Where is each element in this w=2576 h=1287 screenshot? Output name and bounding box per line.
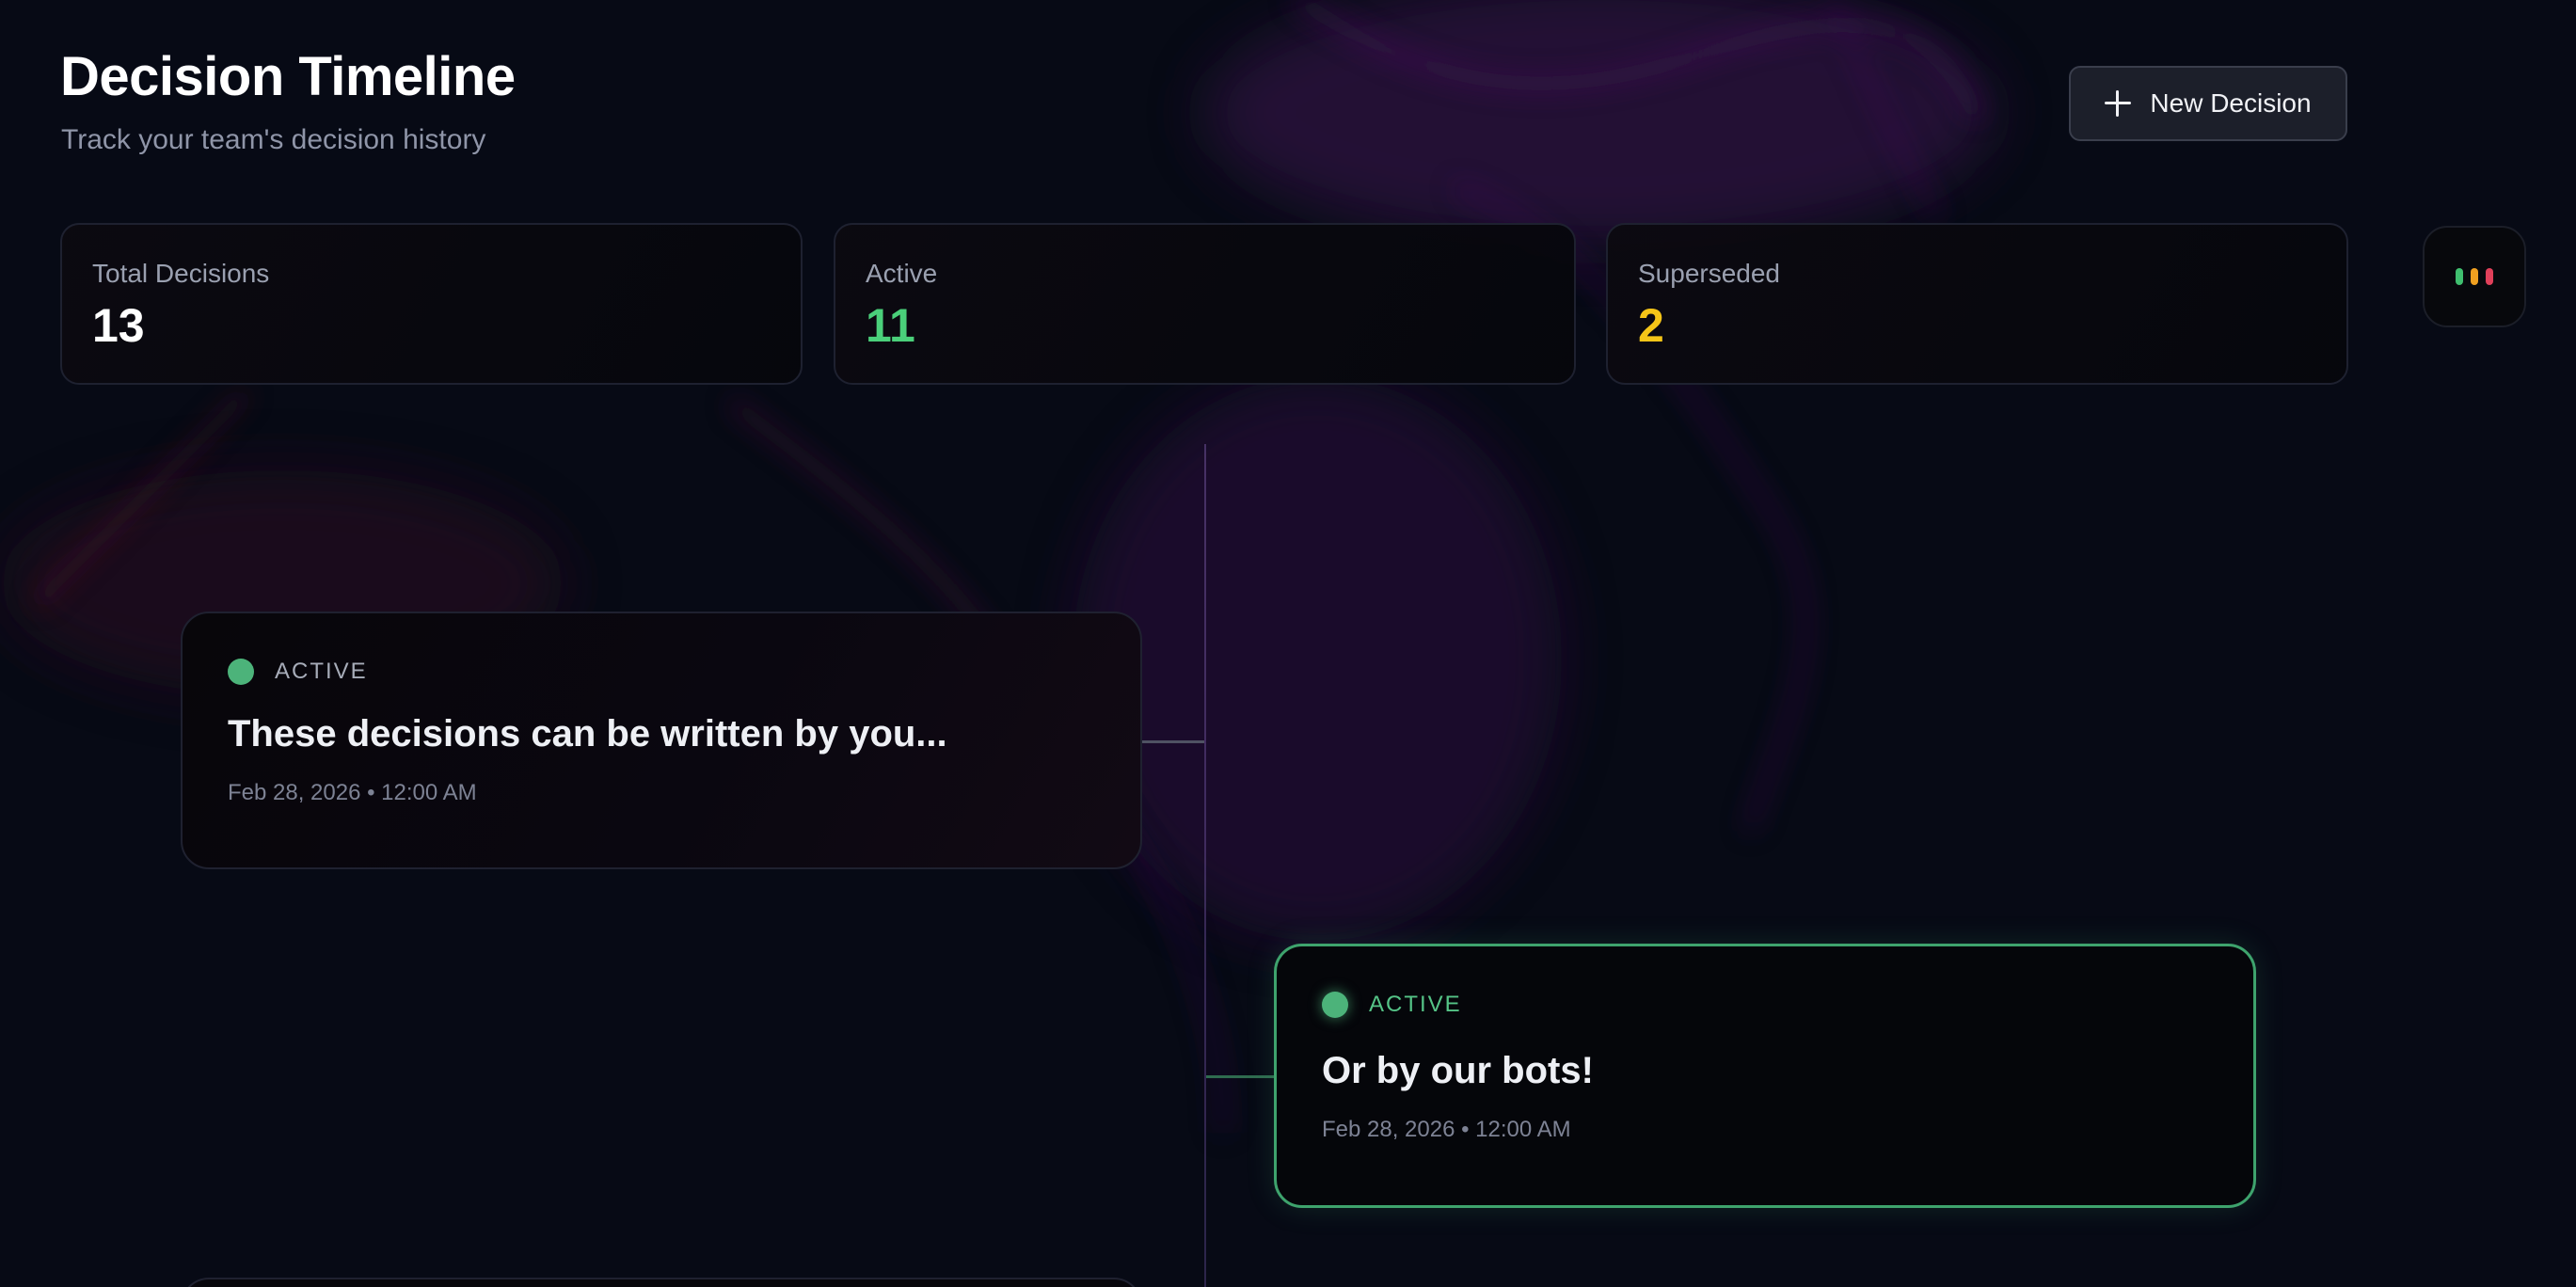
stat-card-total: Total Decisions 13 [60,223,803,385]
timeline-connector [1206,1075,1274,1078]
timeline-axis [1204,444,1206,1287]
page-subtitle: Track your team's decision history [61,124,486,155]
decision-card[interactable]: ACTIVE These decisions can be written by… [181,612,1142,869]
decision-title: These decisions can be written by you... [228,713,947,755]
status-filter-button[interactable] [2423,226,2526,327]
timeline-connector [1142,740,1204,743]
status-dots-icon [2471,268,2478,285]
stat-label: Total Decisions [92,259,270,288]
status-row: ACTIVE [1322,992,2208,1018]
status-badge: ACTIVE [275,659,368,684]
status-dot-icon [1322,992,1348,1018]
stat-card-active: Active 11 [834,223,1576,385]
stat-label: Superseded [1638,259,1781,288]
stat-value: 11 [866,299,915,352]
stat-value: 2 [1638,299,1664,352]
decision-title: Or by our bots! [1322,1050,1594,1091]
decision-date: Feb 28, 2026 • 12:00 AM [228,780,477,805]
stat-card-superseded: Superseded 2 [1606,223,2348,385]
stat-label: Active [866,259,938,288]
stat-value: 13 [92,299,145,352]
status-row: ACTIVE [228,659,1095,685]
new-decision-button[interactable]: New Decision [2069,66,2347,141]
status-dot-icon [228,659,254,685]
decision-card-highlighted[interactable]: ACTIVE Or by our bots! Feb 28, 2026 • 12… [1274,944,2256,1208]
decision-date: Feb 28, 2026 • 12:00 AM [1322,1117,1571,1142]
plus-icon [2105,90,2132,117]
new-decision-label: New Decision [2150,88,2312,118]
status-dots-icon [2456,268,2463,285]
status-dots-icon [2486,268,2493,285]
decision-card-partial[interactable] [181,1278,1142,1287]
decision-timeline-page: Decision Timeline Track your team's deci… [0,0,2576,1287]
page-title: Decision Timeline [60,46,516,107]
status-badge: ACTIVE [1369,992,1462,1017]
